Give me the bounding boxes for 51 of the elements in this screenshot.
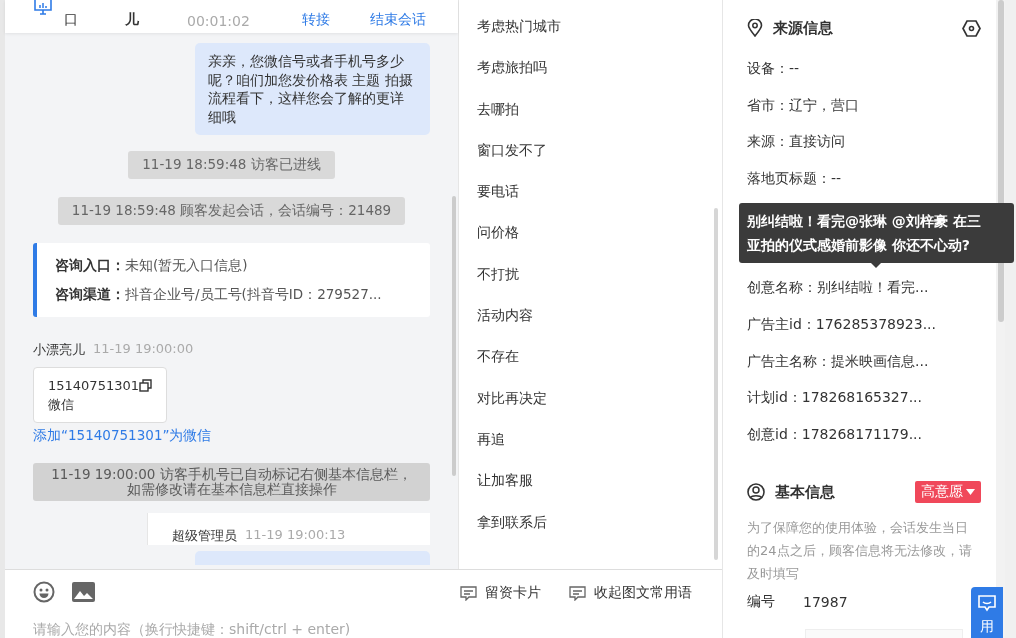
quick-reply-item[interactable]: 问价格 <box>459 219 722 261</box>
source-field: 设备：-- <box>747 50 981 87</box>
message-time: 11-19 19:00:13 <box>245 527 346 544</box>
sender-name: 小漂亮儿 <box>33 341 85 359</box>
quick-reply-item[interactable]: 考虑旅拍吗 <box>459 54 722 96</box>
system-notice: 11-19 19:00:00 访客手机号已自动标记右侧基本信息栏， 如需修改请在基本信息栏直接操作 <box>33 463 430 501</box>
quick-reply-item[interactable]: 活动内容 <box>459 302 722 344</box>
section-title: 基本信息 <box>775 482 835 502</box>
source-field: 来源：直接访问 <box>747 123 981 160</box>
header-action[interactable]: 转接 <box>302 11 330 29</box>
chat-float-button[interactable]: 用 <box>971 587 1003 638</box>
quick-reply-item[interactable]: 拿到联系后 <box>459 508 722 550</box>
tooltip: 别纠结啦！看完@张琳 @刘梓豪 在三 亚拍的仪式感婚前影像 你还不心动? <box>739 203 1014 263</box>
quick-reply-item[interactable]: 不打扰 <box>459 260 722 303</box>
quick-reply-item[interactable]: 让加客服 <box>459 467 722 509</box>
source-field: 创意名称：别纠结啦！看完... <box>747 269 981 306</box>
sender-name: 超级管理员 <box>172 527 237 545</box>
message-time: 11-19 19:00:00 <box>93 341 194 358</box>
entry-text: 口 <box>64 11 78 29</box>
quick-reply-item[interactable]: 再追 <box>459 425 722 468</box>
session-duration: 00:01:02 <box>187 13 250 29</box>
source-field: 省市：辽宁，营口 <box>747 86 981 124</box>
inquiry-line: 咨询渠道：抖音企业号/员工号(抖音号ID：279527... <box>55 285 383 304</box>
source-field: 计划id：178268165327... <box>747 379 981 416</box>
inquiry-line: 咨询入口：未知(暂无入口信息) <box>55 256 249 275</box>
system-notice: 11-19 18:59:48 顾客发起会话，会话编号：21489 <box>57 197 406 225</box>
quick-reply-item[interactable]: 不存在 <box>459 343 722 385</box>
notice-text: 为了保障您的使用体验，会话发生当日的24点之后，顾客信息将无法修改，请及时填写 <box>747 519 973 584</box>
message-input[interactable]: 请输入您的内容（换行快捷键：shift/ctrl + enter) <box>33 620 633 638</box>
intent-dropdown[interactable]: 高意愿 <box>915 481 981 504</box>
source-field: 落地页标题：-- <box>747 159 981 197</box>
header-action[interactable]: 结束会话 <box>370 11 426 29</box>
field-value: 17987 <box>803 594 848 611</box>
quick-reply-item[interactable]: 窗口发不了 <box>459 136 722 179</box>
contact-type: 微信 <box>48 396 75 414</box>
quick-reply-item[interactable]: 对比再决定 <box>459 384 722 426</box>
add-wechat-link[interactable]: 添加“15140751301”为微信 <box>33 427 212 445</box>
quick-reply-item[interactable]: 去哪拍 <box>459 95 722 137</box>
section-title: 来源信息 <box>773 18 833 38</box>
quick-reply-item[interactable]: 考虑热门城市 <box>459 13 722 55</box>
contact-number: 15140751301 <box>48 377 139 395</box>
system-notice: 11-19 18:59:48 访客已进线 <box>128 151 335 179</box>
source-field: 广告主id：176285378923... <box>747 305 981 343</box>
source-field: 广告主名称：提米映画信息... <box>747 342 981 380</box>
source-field: 创意id：178268171179... <box>747 415 981 453</box>
toolbar-button[interactable]: 收起图文常用语 <box>569 584 692 603</box>
message-bubble: 亲亲，您微信号或者手机号多少呢？咱们加您发价格表 主题 拍摄流程看下，这样您会了解的更详细哦 <box>195 43 430 135</box>
visitor-name: 儿 <box>125 11 139 29</box>
field-label: 编号 <box>747 593 775 612</box>
toolbar-button[interactable]: 留资卡片 <box>460 584 541 603</box>
quick-reply-item[interactable]: 要电话 <box>459 178 722 220</box>
